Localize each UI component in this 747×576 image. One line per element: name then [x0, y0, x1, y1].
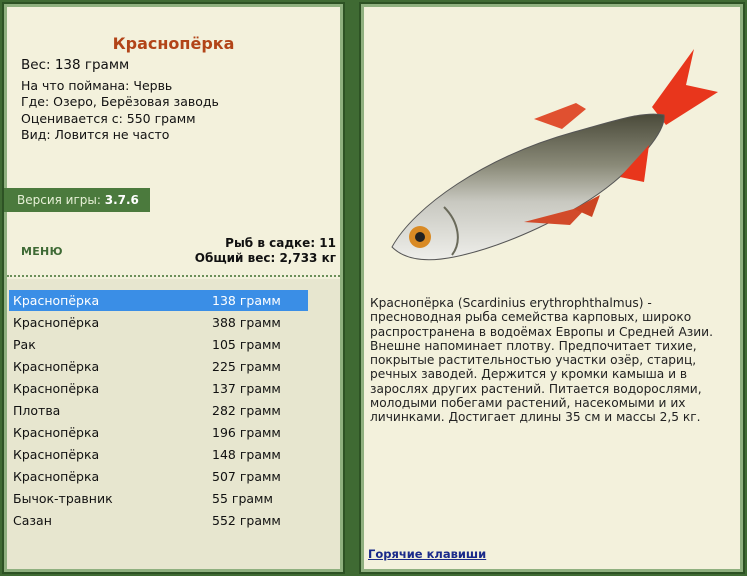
catch-fish-weight: 137 грамм [212, 381, 281, 396]
version-label: Версия игры: [17, 193, 101, 207]
catch-fish-weight: 507 грамм [212, 469, 281, 484]
catch-fish-weight: 148 грамм [212, 447, 281, 462]
hotkeys-link[interactable]: Горячие клавиши [368, 547, 486, 561]
catch-fish-name: Краснопёрка [13, 293, 100, 308]
fish-title: Краснопёрка [112, 34, 235, 53]
catch-fish-name: Краснопёрка [13, 425, 100, 440]
catch-fish-name: Краснопёрка [13, 359, 100, 374]
fish-count: Рыб в садке: 11 [225, 236, 336, 250]
catch-fish-weight: 388 грамм [212, 315, 281, 330]
catch-info-panel: Краснопёрка Вес: 138 грамм На что пойман… [2, 2, 345, 574]
catch-list[interactable]: Краснопёрка 138 грамм Краснопёрка 388 грамм… [7, 279, 340, 569]
keepnet-stats: Рыб в садке: 11 Общий вес: 2,733 кг [195, 236, 336, 265]
catch-fish-name: Краснопёрка [13, 381, 100, 396]
catch-fish-name: Плотва [13, 403, 61, 418]
catch-fish-weight: 552 грамм [212, 513, 281, 528]
catch-fish-weight: 105 грамм [212, 337, 281, 352]
catch-fish-weight: 196 грамм [212, 425, 281, 440]
catch-row[interactable]: Плотва 282 грамм [9, 400, 308, 421]
catch-fish-name: Краснопёрка [13, 469, 100, 484]
catch-row[interactable]: Краснопёрка 388 грамм [9, 312, 308, 333]
catch-fish-name: Рак [13, 337, 36, 352]
frequency-line: Вид: Ловится не часто [21, 126, 170, 142]
catch-row[interactable]: Краснопёрка 507 грамм [9, 466, 308, 487]
menu-button[interactable]: МЕНЮ [21, 245, 63, 258]
catch-row[interactable]: Бычок-травник 55 грамм [9, 488, 308, 509]
catch-fish-name: Краснопёрка [13, 447, 100, 462]
total-weight: Общий вес: 2,733 кг [194, 250, 336, 265]
catch-row[interactable]: Краснопёрка 225 грамм [9, 356, 308, 377]
catch-row[interactable]: Сазан 552 грамм [9, 510, 308, 531]
location-line: Где: Озеро, Берёзовая заводь [21, 94, 219, 110]
catch-fish-name: Сазан [13, 513, 52, 528]
catch-fish-weight: 225 грамм [212, 359, 281, 374]
catch-details: На что поймана: Червь Где: Озеро, Берёзо… [21, 78, 219, 143]
catch-fish-weight: 138 грамм [212, 293, 281, 308]
catch-fish-weight: 55 грамм [212, 491, 273, 506]
fish-description-panel: Краснопёрка (Scardinius erythrophthalmus… [359, 2, 745, 574]
catch-row[interactable]: Рак 105 грамм [9, 334, 308, 355]
fish-weight: Вес: 138 грамм [21, 57, 130, 73]
catch-fish-name: Краснопёрка [13, 315, 100, 330]
divider [7, 275, 340, 277]
catch-row[interactable]: Краснопёрка 196 грамм [9, 422, 308, 443]
fish-image [391, 49, 718, 261]
version-badge: Версия игры: 3.7.6 [4, 188, 150, 212]
catch-fish-weight: 282 грамм [212, 403, 281, 418]
bait-line: На что поймана: Червь [21, 78, 173, 93]
catch-row[interactable]: Краснопёрка 148 грамм [9, 444, 308, 465]
fish-description: Краснопёрка (Scardinius erythrophthalmus… [370, 296, 713, 425]
catch-fish-name: Бычок-травник [13, 491, 113, 506]
catch-row[interactable]: Краснопёрка 137 грамм [9, 378, 308, 399]
version-value: 3.7.6 [104, 193, 139, 207]
valuation-line: Оценивается с: 550 грамм [21, 110, 196, 126]
catch-row[interactable]: Краснопёрка 138 грамм [9, 290, 308, 311]
